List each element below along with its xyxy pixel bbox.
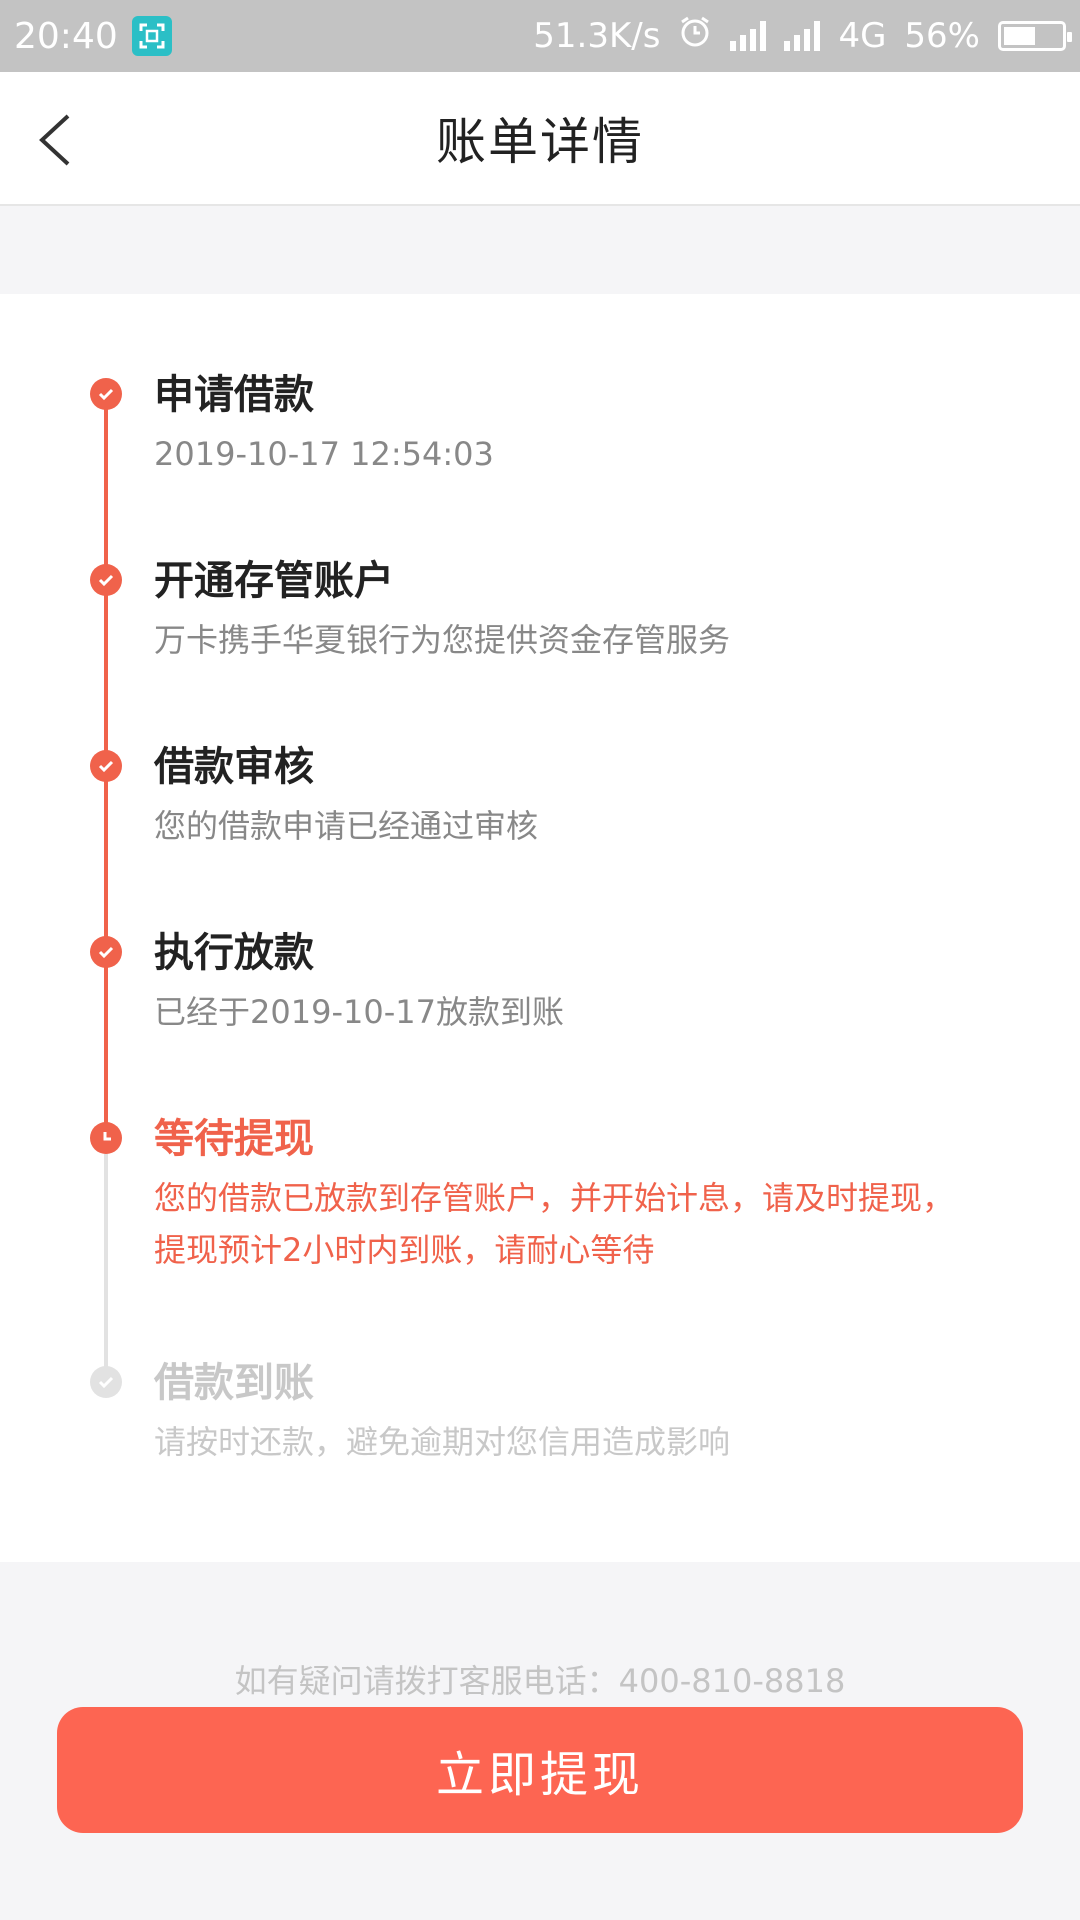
step-title: 开通存管账户 [154, 558, 394, 604]
status-bar: 20:40 51.3K/s 4G 56% [0, 0, 1080, 72]
check-icon [90, 378, 122, 410]
timeline-pending-line [104, 1134, 108, 1374]
alarm-icon [678, 15, 712, 58]
battery-icon [998, 21, 1072, 51]
network-speed: 51.3K/s [533, 16, 661, 56]
check-icon [90, 936, 122, 968]
check-icon [90, 1366, 122, 1398]
step-desc: 您的借款申请已经通过审核 [154, 807, 539, 845]
signal-icon [730, 21, 767, 51]
service-hotline-text: 如有疑问请拨打客服电话：400-810-8818 [234, 1662, 846, 1700]
page-title: 账单详情 [436, 113, 644, 171]
battery-percent: 56% [904, 16, 980, 56]
withdraw-now-button[interactable]: 立即提现 [57, 1707, 1023, 1833]
check-icon [90, 750, 122, 782]
step-title: 等待提现 [154, 1116, 314, 1162]
step-desc: 万卡携手华夏银行为您提供资金存管服务 [154, 621, 731, 659]
nav-bar: 账单详情 [0, 72, 1080, 206]
signal-4g-icon [784, 21, 821, 51]
clock-icon [90, 1122, 122, 1154]
check-icon [90, 564, 122, 596]
timeline-card: 申请借款 2019-10-17 12:54:03 开通存管账户 万卡携手华夏银行… [0, 294, 1080, 1562]
step-desc: 请按时还款，避免逾期对您信用造成影响 [154, 1423, 731, 1461]
step-title: 借款到账 [154, 1360, 314, 1406]
step-desc: 已经于2019-10-17放款到账 [154, 993, 564, 1031]
scan-icon [131, 16, 172, 56]
status-time: 20:40 [14, 15, 118, 57]
step-desc: 2019-10-17 12:54:03 [154, 435, 494, 473]
step-title: 执行放款 [154, 930, 314, 976]
step-desc: 您的借款已放款到存管账户，并开始计息，请及时提现，提现预计2小时内到账，请耐心等… [154, 1179, 955, 1269]
network-type: 4G [838, 16, 887, 56]
step-title: 借款审核 [154, 744, 314, 790]
back-button[interactable] [34, 112, 78, 168]
step-title: 申请借款 [154, 372, 314, 418]
